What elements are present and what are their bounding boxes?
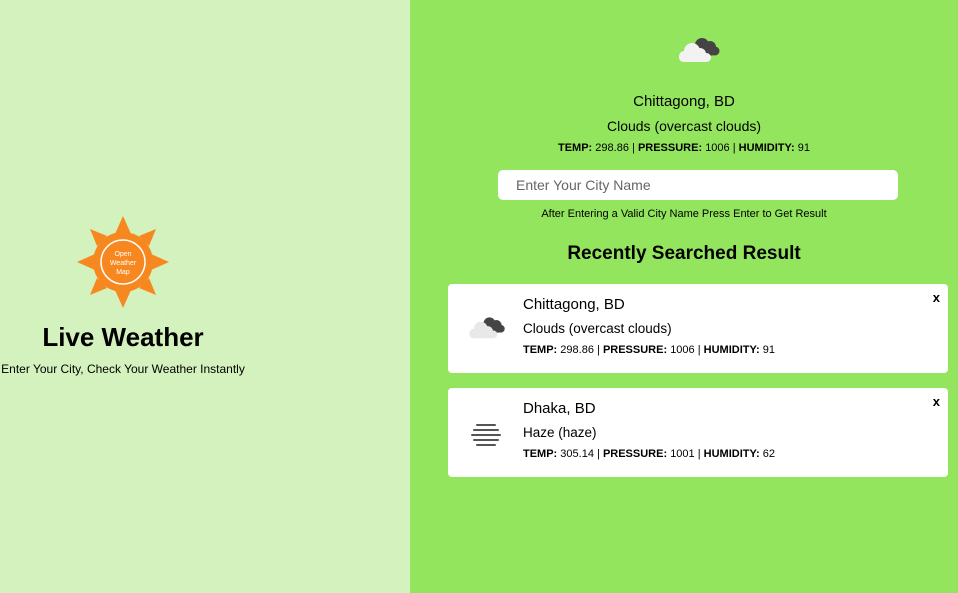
humidity-value: 62 (762, 448, 775, 460)
humidity-value: 91 (762, 344, 775, 356)
recent-result-card: Chittagong, BD Clouds (overcast clouds) … (448, 284, 948, 373)
logo-text-2: Weather (110, 260, 137, 267)
recent-title: Recently Searched Result (567, 243, 801, 264)
broken-clouds-icon (469, 317, 505, 339)
haze-icon (471, 424, 501, 446)
pressure-value: 1001 (670, 448, 695, 460)
temp-label: TEMP: (523, 448, 558, 460)
tagline: Enter Your City, Check Your Weather Inst… (1, 362, 245, 376)
temp-value: 298.86 (560, 344, 594, 356)
logo-text-1: Open (114, 251, 131, 258)
pressure-value: 1006 (705, 142, 730, 154)
temp-label: TEMP: (558, 142, 593, 154)
card-description: Haze (haze) (523, 425, 597, 440)
pressure-label: PRESSURE: (602, 448, 668, 460)
search-hint: After Entering a Valid City Name Press E… (541, 208, 827, 220)
temp-label: TEMP: (523, 344, 558, 356)
current-stats: TEMP: 298.86 | PRESSURE: 1006 | HUMIDITY… (558, 142, 810, 154)
app-title: Live Weather (42, 322, 204, 352)
brand-panel: Open Weather Map Live Weather Enter Your… (0, 0, 410, 593)
weather-panel: Chittagong, BD Clouds (overcast clouds) … (410, 0, 958, 593)
pressure-label: PRESSURE: (602, 344, 668, 356)
recent-result-card: Dhaka, BD Haze (haze) TEMP: 305.14 | PRE… (448, 388, 948, 477)
temp-value: 305.14 (560, 448, 594, 460)
card-city: Chittagong, BD (523, 296, 625, 313)
pressure-value: 1006 (670, 344, 695, 356)
broken-clouds-icon (679, 38, 720, 62)
temp-value: 298.86 (595, 142, 629, 154)
current-description: Clouds (overcast clouds) (606, 118, 762, 134)
card-stats: TEMP: 298.86 | PRESSURE: 1006 | HUMIDITY… (523, 344, 775, 356)
humidity-label: HUMIDITY: (738, 142, 795, 154)
card-city: Dhaka, BD (523, 400, 596, 417)
logo-text-3: Map (116, 269, 130, 276)
humidity-value: 91 (797, 142, 810, 154)
pressure-label: PRESSURE: (637, 142, 703, 154)
remove-result-button[interactable]: x (933, 290, 940, 305)
city-search-input[interactable] (498, 170, 898, 200)
current-city: Chittagong, BD (633, 93, 735, 110)
humidity-label: HUMIDITY: (703, 448, 760, 460)
humidity-label: HUMIDITY: (703, 344, 760, 356)
remove-result-button[interactable]: x (933, 394, 940, 409)
card-stats: TEMP: 305.14 | PRESSURE: 1001 | HUMIDITY… (523, 448, 775, 460)
openweathermap-logo: Open Weather Map (77, 216, 169, 308)
card-description: Clouds (overcast clouds) (523, 321, 672, 336)
